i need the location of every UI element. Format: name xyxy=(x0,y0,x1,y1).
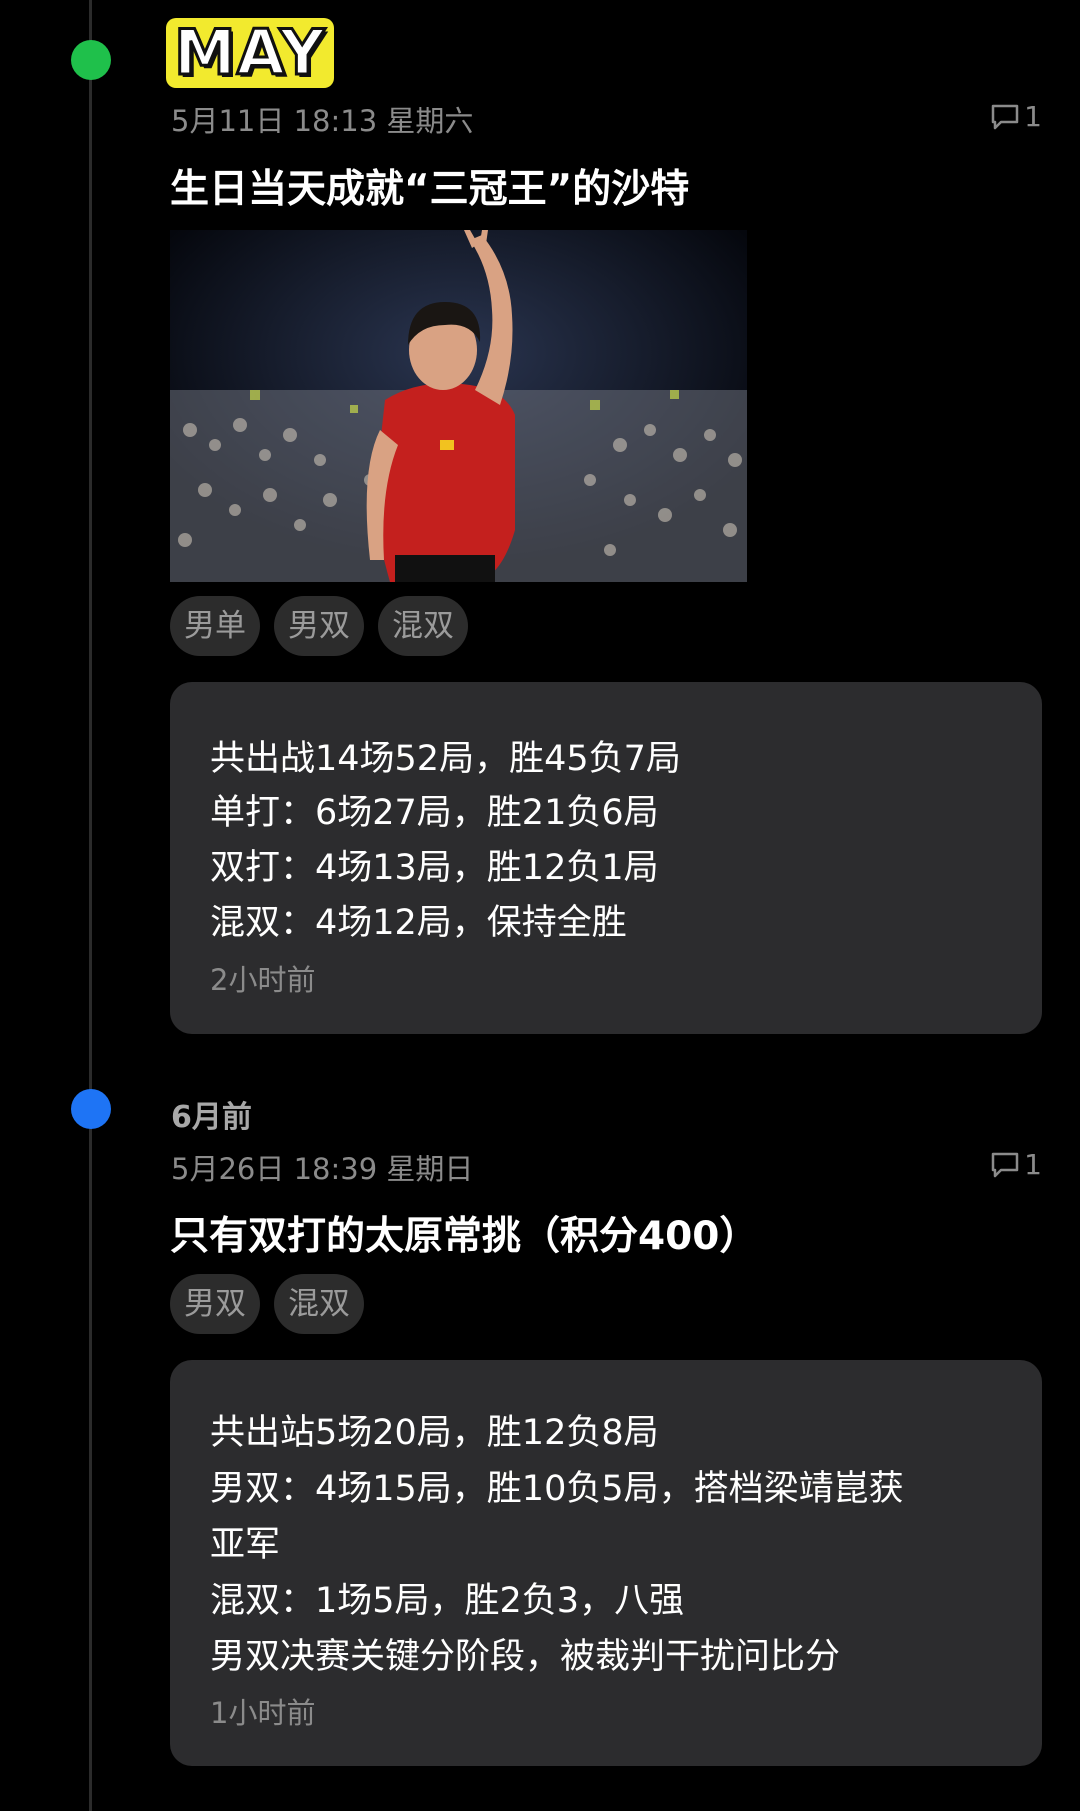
tag-mens-doubles[interactable]: 男双 xyxy=(274,596,364,656)
tag-mens-singles[interactable]: 男单 xyxy=(170,596,260,656)
timeline-dot-green xyxy=(71,40,111,80)
card-line: 共出战14场52局，胜45负7局 xyxy=(210,739,681,779)
time-ago: 2小时前 xyxy=(210,963,316,997)
stats-card[interactable]: 共出站5场20局，胜12负8局 男双：4场15局，胜10负5局，搭档梁靖崑获 亚… xyxy=(170,1360,1042,1766)
card-line: 男双决赛关键分阶段，被裁判干扰问比分 xyxy=(210,1637,841,1677)
month-badge: MAY xyxy=(166,16,334,89)
comment-icon xyxy=(990,103,1020,131)
card-line: 混双：1场5局，胜2负3，八强 xyxy=(210,1581,685,1621)
card-line: 男双：4场15局，胜10负5局，搭档梁靖崑获 xyxy=(210,1469,904,1509)
timeline-line xyxy=(89,0,92,1811)
comment-count[interactable]: 1 xyxy=(990,100,1042,133)
time-ago: 1小时前 xyxy=(210,1696,316,1730)
comment-count-value: 1 xyxy=(1024,100,1042,133)
timeline-dot-blue xyxy=(71,1089,111,1129)
card-line: 双打：4场13局，胜12负1局 xyxy=(210,848,659,888)
card-line: 共出站5场20局，胜12负8局 xyxy=(210,1413,659,1453)
entry-date: 5月26日 18:39 星期日 xyxy=(171,1152,474,1186)
entry-photo[interactable] xyxy=(170,230,747,582)
tag-mixed-doubles[interactable]: 混双 xyxy=(274,1274,364,1334)
comment-count-value: 1 xyxy=(1024,1148,1042,1181)
tag-list: 男双 混双 xyxy=(170,1274,364,1334)
comment-icon xyxy=(990,1151,1020,1179)
card-line: 亚军 xyxy=(210,1525,281,1565)
entry-date: 5月11日 18:13 星期六 xyxy=(171,104,474,138)
comment-count[interactable]: 1 xyxy=(990,1148,1042,1181)
stats-card[interactable]: 共出战14场52局，胜45负7局 单打：6场27局，胜21负6局 双打：4场13… xyxy=(170,682,1042,1034)
tag-mens-doubles[interactable]: 男双 xyxy=(170,1274,260,1334)
entry-title[interactable]: 只有双打的太原常挑（积分400） xyxy=(170,1205,758,1261)
card-line: 单打：6场27局，胜21负6局 xyxy=(210,793,659,833)
card-line: 混双：4场12局，保持全胜 xyxy=(210,903,627,943)
entry-title[interactable]: 生日当天成就“三冠王”的沙特 xyxy=(170,158,689,214)
tag-mixed-doubles[interactable]: 混双 xyxy=(378,596,468,656)
section-label: 6月前 xyxy=(171,1100,252,1135)
tag-list: 男单 男双 混双 xyxy=(170,596,468,656)
